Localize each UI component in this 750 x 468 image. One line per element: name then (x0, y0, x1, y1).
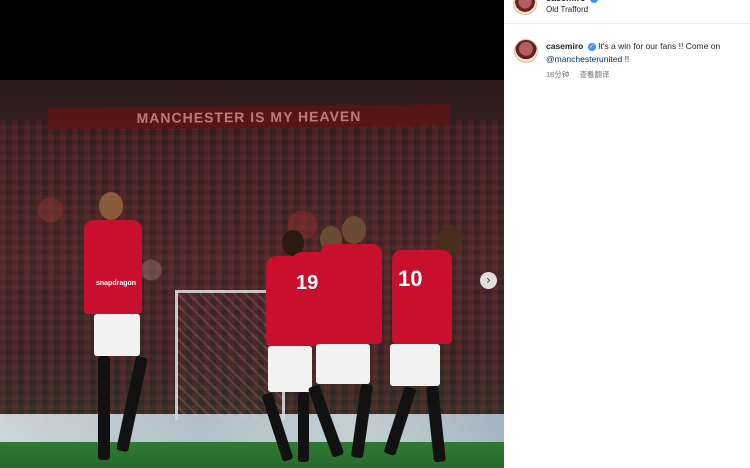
jersey-number: 10 (398, 266, 423, 291)
verified-badge-icon: ✓ (590, 0, 599, 3)
shirt-sponsor: snapdragon (96, 280, 137, 287)
avatar[interactable] (513, 0, 537, 15)
post-side-panel: casemiro ✓ Old Trafford casemiro ✓ It's … (504, 0, 750, 468)
translate-link[interactable]: 查看翻译 (579, 70, 609, 79)
post-location[interactable]: Old Trafford (546, 5, 588, 14)
comment-suffix: !! (622, 54, 630, 64)
caption-comment: casemiro ✓ It's a win for our fans !! Co… (546, 40, 742, 66)
post-media-pane: MANCHESTER IS MY HEAVEN snapdragon 19 10… (0, 0, 504, 468)
avatar[interactable] (514, 39, 538, 63)
comment-meta: 18分钟 查看翻译 (546, 69, 609, 80)
stadium-banner: MANCHESTER IS MY HEAVEN (48, 104, 450, 130)
carousel-next-button[interactable]: › (480, 272, 497, 289)
post-username[interactable]: casemiro ✓ (546, 0, 599, 3)
player-number-10: 10 (383, 226, 476, 466)
chevron-right-icon: › (486, 273, 491, 287)
player-bruno (302, 216, 394, 468)
verified-badge-icon: ✓ (587, 42, 596, 51)
comment-timestamp[interactable]: 18分钟 (546, 70, 569, 79)
post-photo[interactable]: MANCHESTER IS MY HEAVEN snapdragon 19 10 (0, 80, 504, 468)
comment-text: It's a win for our fans !! Come on (598, 41, 721, 51)
mention-link[interactable]: @manchesterunited (546, 54, 622, 64)
post-header: casemiro ✓ Old Trafford (504, 0, 750, 24)
comment-username[interactable]: casemiro (546, 41, 583, 51)
player-casemiro: snapdragon (82, 192, 172, 468)
